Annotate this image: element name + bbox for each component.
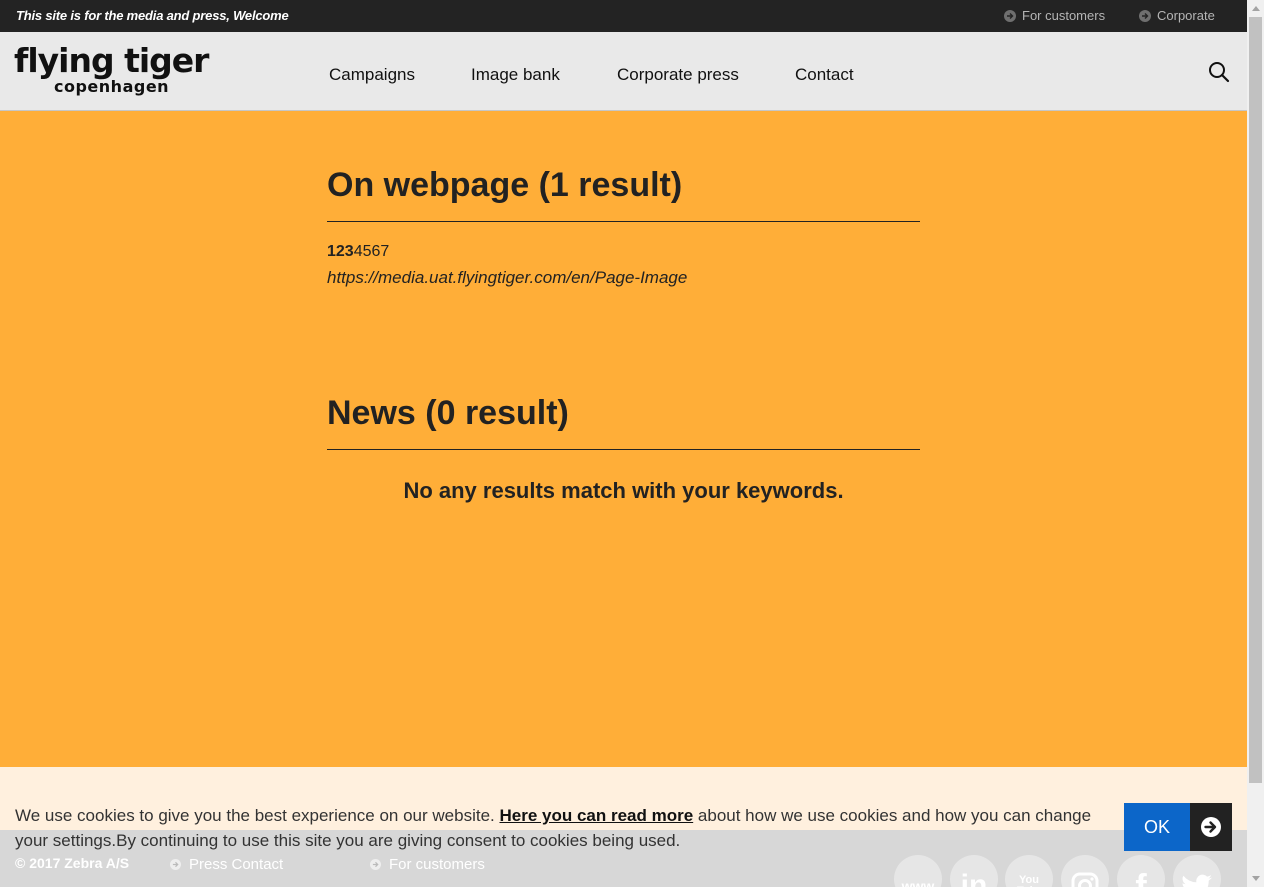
scroll-down-icon[interactable] — [1247, 870, 1264, 887]
result-title[interactable]: 1234567 — [327, 243, 389, 261]
webpage-results-heading: On webpage (1 result) — [327, 166, 683, 204]
divider — [327, 221, 920, 222]
footer-link-press-contact[interactable]: Press Contact — [170, 856, 283, 873]
search-icon[interactable] — [1208, 61, 1232, 85]
scroll-up-icon[interactable] — [1247, 0, 1264, 17]
cookie-ok-button[interactable]: OK — [1124, 803, 1232, 851]
vertical-scrollbar[interactable] — [1247, 0, 1264, 887]
arrow-circle-icon — [1139, 9, 1151, 22]
top-link-for-customers[interactable]: For customers — [1004, 8, 1105, 23]
top-info-bar: This site is for the media and press, We… — [0, 0, 1247, 32]
divider — [327, 449, 920, 450]
cookie-notice: We use cookies to give you the best expe… — [15, 803, 1095, 853]
flying-tiger-logo[interactable]: flying tiger copenhagen — [14, 44, 218, 102]
copyright: © 2017 Zebra A/S — [15, 855, 130, 871]
welcome-message: This site is for the media and press, We… — [16, 8, 289, 23]
nav-corporate-press[interactable]: Corporate press — [617, 65, 739, 85]
arrow-circle-icon — [370, 859, 381, 870]
arrow-right-icon — [1190, 803, 1232, 851]
result-title-highlight: 123 — [327, 243, 354, 260]
news-results-heading: News (0 result) — [327, 394, 569, 432]
nav-campaigns[interactable]: Campaigns — [329, 65, 415, 85]
cookie-read-more-link[interactable]: Here you can read more — [499, 806, 693, 825]
footer-link-label: For customers — [389, 856, 485, 873]
logo-wordmark: flying tiger — [14, 41, 209, 80]
site-header: flying tiger copenhagen Campaigns Image … — [0, 32, 1247, 111]
result-url[interactable]: https://media.uat.flyingtiger.com/en/Pag… — [327, 268, 687, 288]
top-link-label: For customers — [1022, 8, 1106, 23]
ok-label: OK — [1143, 816, 1170, 837]
top-link-label: Corporate — [1157, 8, 1215, 23]
search-results-area: On webpage (1 result) 1234567 https://me… — [0, 111, 1247, 767]
arrow-circle-icon — [1004, 9, 1016, 22]
result-title-rest: 4567 — [353, 243, 390, 260]
footer-link-label: Press Contact — [189, 856, 284, 873]
logo-subtitle: copenhagen — [54, 77, 170, 96]
nav-image-bank[interactable]: Image bank — [471, 65, 560, 85]
footer-link-for-customers[interactable]: For customers — [370, 856, 485, 873]
no-results-message: No any results match with your keywords. — [403, 478, 844, 503]
scroll-thumb[interactable] — [1249, 17, 1262, 783]
top-link-corporate[interactable]: Corporate — [1139, 8, 1215, 23]
nav-contact[interactable]: Contact — [795, 65, 854, 85]
arrow-circle-icon — [170, 859, 181, 870]
cookie-text-before: We use cookies to give you the best expe… — [15, 806, 495, 825]
